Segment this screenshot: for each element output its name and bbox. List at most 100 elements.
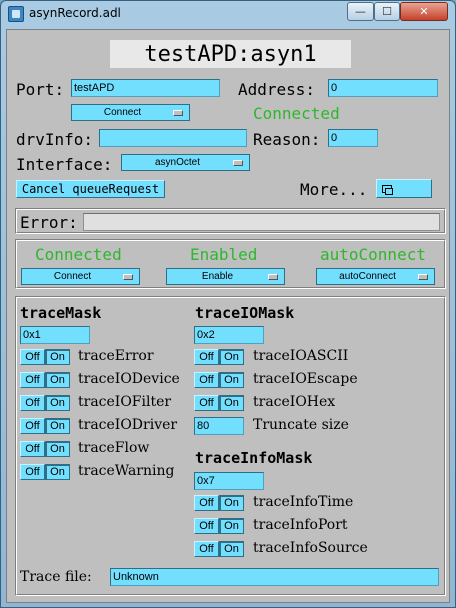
toggle-on[interactable]: On [45,418,70,434]
trace-flow-label: traceFlow [78,440,150,456]
error-panel: Error: [15,208,446,234]
trace-info-mask-input[interactable]: 0x7 [194,472,264,490]
trace-mask-input[interactable]: 0x1 [20,326,90,344]
option-menu-icon [233,159,243,166]
toggle-on[interactable]: On [219,495,244,511]
connect-control-value: Connect [53,271,92,282]
drvinfo-label: drvInfo: [16,130,94,149]
trace-ioascii-toggle[interactable]: Off On [194,349,244,365]
record-name: testAPD:asyn1 [110,40,351,68]
enable-control-value: Enable [201,271,234,282]
toggle-on[interactable]: On [45,441,70,457]
more-button[interactable] [376,179,432,198]
truncate-size-input[interactable]: 80 [194,417,244,435]
trace-iodevice-toggle[interactable]: Off On [20,372,70,388]
enable-control-menu[interactable]: Enable [166,268,285,285]
trace-panel: traceMask 0x1 Off On traceError Off On t… [15,296,446,596]
drvinfo-input[interactable] [99,129,247,147]
toggle-on[interactable]: On [219,372,244,388]
trace-warning-toggle[interactable]: Off On [20,464,70,480]
toggle-on[interactable]: On [45,395,70,411]
connect-control-menu[interactable]: Connect [21,268,140,285]
toggle-on[interactable]: On [45,464,70,480]
autoconnect-status-label: autoConnect [320,245,426,264]
connection-status: Connected [253,104,340,123]
reason-label: Reason: [253,130,321,149]
cancel-queue-request-button[interactable]: Cancel queueRequest [16,180,165,198]
trace-info-source-toggle[interactable]: Off On [194,541,244,557]
minimize-button[interactable]: — [347,2,374,21]
autoconnect-control-value: autoConnect [339,271,396,282]
connected-status-label: Connected [35,245,122,264]
toggle-on[interactable]: On [219,518,244,534]
toggle-off[interactable]: Off [20,349,45,365]
connect-menu-value: Connect [103,107,142,118]
toggle-off[interactable]: Off [20,395,45,411]
connect-menu[interactable]: Connect [71,104,190,121]
trace-ioascii-label: traceIOASCII [253,348,349,364]
toggle-off[interactable]: Off [194,518,219,534]
toggle-off[interactable]: Off [194,349,219,365]
trace-io-mask-input[interactable]: 0x2 [194,326,264,344]
interface-menu-value: asynOctet [154,157,201,168]
trace-iofilter-toggle[interactable]: Off On [20,395,70,411]
option-menu-icon [123,273,133,280]
toggle-off[interactable]: Off [20,464,45,480]
interface-menu[interactable]: asynOctet [121,154,250,171]
connection-panel: Connected Enabled autoConnect Connect En… [15,239,446,289]
trace-info-port-toggle[interactable]: Off On [194,518,244,534]
trace-ioescape-label: traceIOEscape [253,371,358,387]
toggle-off[interactable]: Off [20,418,45,434]
trace-iohex-label: traceIOHex [253,394,336,410]
toggle-off[interactable]: Off [194,541,219,557]
app-icon [8,6,24,22]
port-input[interactable]: testAPD [71,79,220,97]
client-area: testAPD:asyn1 Port: testAPD Address: 0 C… [6,29,450,603]
option-menu-icon [173,109,183,116]
related-display-icon [382,184,393,195]
toggle-off[interactable]: Off [20,372,45,388]
port-label: Port: [16,80,65,99]
maximize-button[interactable]: ☐ [374,2,400,21]
more-label: More... [300,180,368,199]
trace-iohex-toggle[interactable]: Off On [194,395,244,411]
error-field [83,213,440,231]
trace-info-mask-heading: traceInfoMask [195,449,313,467]
toggle-on[interactable]: On [219,395,244,411]
trace-io-mask-heading: traceIOMask [195,304,295,322]
toggle-off[interactable]: Off [20,441,45,457]
window: asynRecord.adl — ☐ ✕ testAPD:asyn1 Port:… [0,0,456,608]
trace-iodriver-toggle[interactable]: Off On [20,418,70,434]
trace-ioescape-toggle[interactable]: Off On [194,372,244,388]
enabled-status-label: Enabled [190,245,258,264]
toggle-off[interactable]: Off [194,372,219,388]
reason-input[interactable]: 0 [328,129,378,147]
option-menu-icon [268,273,278,280]
trace-iofilter-label: traceIOFilter [78,394,172,410]
trace-flow-toggle[interactable]: Off On [20,441,70,457]
toggle-off[interactable]: Off [194,495,219,511]
trace-file-input[interactable]: Unknown [110,568,439,586]
autoconnect-control-menu[interactable]: autoConnect [316,268,435,285]
interface-label: Interface: [16,155,113,174]
trace-error-label: traceError [78,348,154,364]
trace-info-time-toggle[interactable]: Off On [194,495,244,511]
toggle-off[interactable]: Off [194,395,219,411]
address-input[interactable]: 0 [328,79,438,97]
toggle-on[interactable]: On [45,349,70,365]
trace-info-source-label: traceInfoSource [253,540,368,556]
trace-warning-label: traceWarning [78,463,175,479]
trace-mask-heading: traceMask [20,304,102,322]
trace-iodevice-label: traceIODevice [78,371,180,387]
truncate-size-label: Truncate size [253,417,349,433]
trace-info-port-label: traceInfoPort [253,517,348,533]
toggle-on[interactable]: On [219,541,244,557]
trace-file-label: Trace file: [20,569,92,585]
trace-error-toggle[interactable]: Off On [20,349,70,365]
title-bar[interactable]: asynRecord.adl — ☐ ✕ [1,1,455,27]
close-button[interactable]: ✕ [400,2,448,21]
option-menu-icon [418,273,428,280]
toggle-on[interactable]: On [219,349,244,365]
window-title: asynRecord.adl [29,6,121,20]
toggle-on[interactable]: On [45,372,70,388]
